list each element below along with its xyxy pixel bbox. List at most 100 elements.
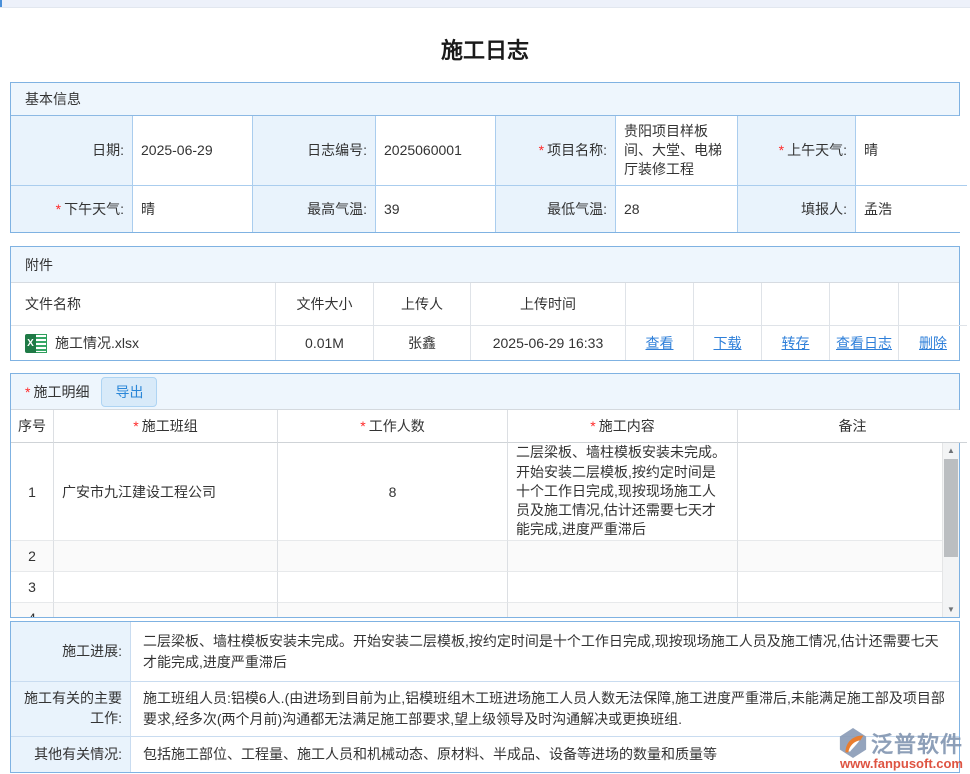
required-marker: * — [779, 141, 784, 160]
scroll-down-icon[interactable]: ▼ — [943, 602, 959, 617]
field-label-max-temp: 最高气温: — [253, 186, 376, 232]
brand-watermark: 泛普软件 www.fanpusoft.com — [838, 727, 963, 771]
attachments-header: 附件 — [11, 247, 959, 283]
row-remark — [738, 443, 959, 541]
row-workers — [278, 603, 508, 617]
other-info-label: 其他有关情况: — [11, 737, 131, 772]
download-link[interactable]: 下载 — [714, 333, 742, 353]
scroll-up-icon[interactable]: ▲ — [943, 443, 959, 458]
row-remark — [738, 541, 959, 572]
attachment-row: 施工情况.xlsx 0.01M 张鑫 2025-06-29 16:33 查看 下… — [11, 325, 959, 360]
summary-panel: 施工进展: 二层梁板、墙柱模板安装未完成。开始安装二层模板,按约定时间是十个工作… — [10, 621, 960, 773]
detail-table-body: 1 广安市九江建设工程公司 8 二层梁板、墙柱模板安装未完成。开始安装二层模板,… — [11, 443, 959, 617]
row-seq: 4 — [11, 603, 54, 617]
page-title: 施工日志 — [0, 33, 970, 65]
summary-row-main-work: 施工有关的主要工作: 施工班组人员:铝模6人.(由进场到目前为止,铝模班组木工班… — [11, 682, 959, 737]
attachments-panel: 附件 文件名称 文件大小 上传人 上传时间 施工情况.xlsx 0.01M 张鑫… — [10, 246, 960, 361]
row-content — [508, 572, 738, 603]
field-label-date: 日期: — [11, 116, 133, 186]
col-team: *施工班组 — [54, 410, 278, 443]
required-marker: * — [133, 418, 138, 434]
row-seq: 3 — [11, 572, 54, 603]
construction-detail-header: * 施工明细 导出 — [11, 374, 959, 410]
attachment-upload-time: 2025-06-29 16:33 — [471, 325, 626, 360]
scrollbar-thumb[interactable] — [944, 459, 958, 557]
top-left-accent — [0, 0, 2, 7]
attachment-uploader: 张鑫 — [374, 325, 471, 360]
progress-label: 施工进展: — [11, 622, 131, 681]
field-value-date: 2025-06-29 — [133, 116, 253, 186]
field-value-min-temp: 28 — [616, 186, 738, 232]
required-marker: * — [360, 418, 365, 434]
row-content — [508, 603, 738, 617]
fanpu-logo-icon — [838, 728, 868, 758]
detail-table-header: 序号 *施工班组 *工作人数 *施工内容 备注 — [11, 410, 959, 443]
attachment-file-cell: 施工情况.xlsx — [11, 325, 276, 360]
row-workers: 8 — [278, 443, 508, 541]
row-remark — [738, 603, 959, 617]
field-value-max-temp: 39 — [376, 186, 496, 232]
export-button[interactable]: 导出 — [101, 377, 157, 407]
attachment-file-size: 0.01M — [276, 325, 374, 360]
summary-row-other: 其他有关情况: 包括施工部位、工程量、施工人员和机械动态、原材料、半成品、设备等… — [11, 737, 959, 772]
col-content: *施工内容 — [508, 410, 738, 443]
main-work-label: 施工有关的主要工作: — [11, 682, 131, 736]
col-action-spacer — [694, 283, 762, 325]
attachments-title: 附件 — [25, 255, 53, 275]
row-team — [54, 541, 278, 572]
col-file-name: 文件名称 — [11, 283, 276, 325]
construction-detail-title: 施工明细 — [33, 382, 89, 402]
detail-row-4: 4 — [11, 603, 959, 617]
row-workers — [278, 572, 508, 603]
view-log-link[interactable]: 查看日志 — [836, 333, 892, 353]
col-upload-time: 上传时间 — [471, 283, 626, 325]
row-seq: 2 — [11, 541, 54, 572]
col-action-spacer — [626, 283, 694, 325]
row-remark — [738, 572, 959, 603]
row-team — [54, 572, 278, 603]
field-label-log-number: 日志编号: — [253, 116, 376, 186]
attachment-file-name: 施工情况.xlsx — [55, 333, 139, 353]
field-label-min-temp: 最低气温: — [496, 186, 616, 232]
browser-top-strip — [0, 0, 970, 8]
col-remark: 备注 — [738, 410, 967, 443]
field-label-project-name: *项目名称: — [496, 116, 616, 186]
field-value-log-number: 2025060001 — [376, 116, 496, 186]
construction-detail-panel: * 施工明细 导出 序号 *施工班组 *工作人数 *施工内容 备注 1 广安市九… — [10, 373, 960, 618]
required-marker: * — [590, 418, 595, 434]
field-value-morning-weather: 晴 — [856, 116, 967, 186]
col-uploader: 上传人 — [374, 283, 471, 325]
row-team — [54, 603, 278, 617]
required-marker: * — [539, 141, 544, 160]
brand-url: www.fanpusoft.com — [838, 756, 963, 771]
view-link[interactable]: 查看 — [646, 333, 674, 353]
row-content: 二层梁板、墙柱模板安装未完成。开始安装二层模板,按约定时间是十个工作日完成,现按… — [508, 443, 738, 541]
basic-info-panel: 基本信息 日期: 2025-06-29 日志编号: 2025060001 *项目… — [10, 82, 960, 233]
basic-info-header: 基本信息 — [11, 83, 959, 116]
basic-info-title: 基本信息 — [25, 89, 81, 109]
required-marker: * — [25, 384, 30, 400]
col-file-size: 文件大小 — [276, 283, 374, 325]
field-value-project-name: 贵阳项目样板间、大堂、电梯厅装修工程 — [616, 116, 738, 186]
excel-file-icon — [25, 334, 47, 353]
progress-value: 二层梁板、墙柱模板安装未完成。开始安装二层模板,按约定时间是十个工作日完成,现按… — [131, 622, 959, 681]
row-workers — [278, 541, 508, 572]
transfer-link[interactable]: 转存 — [782, 333, 810, 353]
delete-link[interactable]: 删除 — [919, 333, 947, 353]
field-label-afternoon-weather: *下午天气: — [11, 186, 133, 232]
row-content — [508, 541, 738, 572]
field-label-reporter: 填报人: — [738, 186, 856, 232]
detail-row-3: 3 — [11, 572, 959, 603]
summary-row-progress: 施工进展: 二层梁板、墙柱模板安装未完成。开始安装二层模板,按约定时间是十个工作… — [11, 622, 959, 682]
field-label-morning-weather: *上午天气: — [738, 116, 856, 186]
col-workers: *工作人数 — [278, 410, 508, 443]
brand-name: 泛普软件 — [871, 727, 963, 759]
other-info-value: 包括施工部位、工程量、施工人员和机械动态、原材料、半成品、设备等进场的数量和质量… — [131, 737, 959, 772]
col-action-spacer — [899, 283, 967, 325]
field-value-afternoon-weather: 晴 — [133, 186, 253, 232]
detail-row-1: 1 广安市九江建设工程公司 8 二层梁板、墙柱模板安装未完成。开始安装二层模板,… — [11, 443, 959, 541]
col-action-spacer — [762, 283, 830, 325]
row-team: 广安市九江建设工程公司 — [54, 443, 278, 541]
detail-scrollbar[interactable]: ▲ ▼ — [942, 443, 959, 617]
attachments-column-header-row: 文件名称 文件大小 上传人 上传时间 — [11, 283, 959, 325]
